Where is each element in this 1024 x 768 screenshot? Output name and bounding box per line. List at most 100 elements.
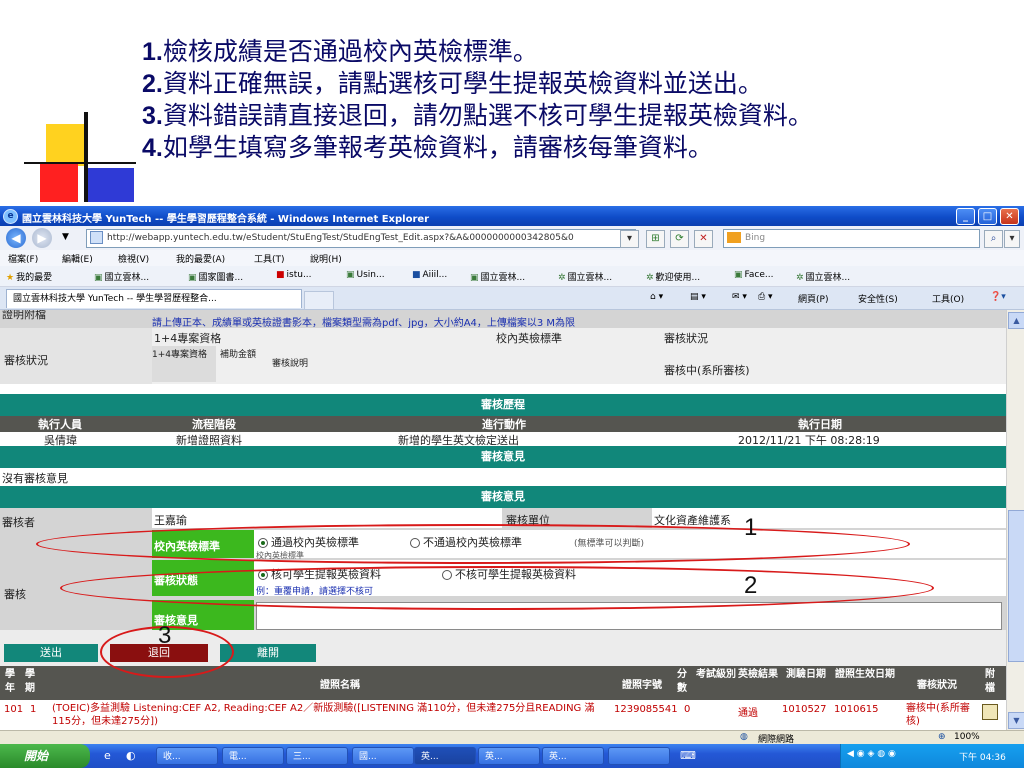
fav-link-5[interactable]: ■ Aiiil...: [412, 270, 447, 280]
fav-link-3[interactable]: ■ istu...: [276, 270, 312, 280]
menu-edit[interactable]: 編輯(E): [62, 252, 93, 265]
menu-file[interactable]: 檔案(F): [8, 252, 38, 265]
instruction-1: 1.檢核成績是否通過校內英檢標準。: [142, 37, 538, 66]
menu-bar: 檔案(F) 編輯(E) 檢視(V) 我的最愛(A) 工具(T) 說明(H): [0, 250, 1024, 266]
task-4[interactable]: 國...: [352, 747, 414, 765]
leave-button[interactable]: 離開: [220, 644, 316, 662]
tray-icons[interactable]: ◀ ◉ ◈ ◍ ◉: [847, 749, 896, 759]
home-icon[interactable]: ⌂ ▾: [650, 292, 663, 302]
scroll-thumb[interactable]: [1008, 510, 1024, 662]
task-7[interactable]: 英...: [542, 747, 604, 765]
search-field[interactable]: Bing: [723, 229, 980, 248]
task-5[interactable]: 英...: [414, 747, 476, 765]
scroll-up-arrow[interactable]: ▲: [1008, 312, 1024, 329]
instruction-3: 3.資料錯誤請直接退回，請勿點選不核可學生提報英檢資料。: [142, 101, 813, 130]
fav-link-8[interactable]: ✲ 歡迎使用...: [646, 270, 700, 283]
maximize-button[interactable]: □: [978, 208, 997, 225]
mail-icon[interactable]: ✉ ▾: [732, 292, 747, 302]
ie-icon: e: [3, 209, 18, 224]
history-title: 審核歷程: [0, 394, 1006, 416]
fav-link-10[interactable]: ✲ 國立雲林...: [796, 270, 850, 283]
callout-ring-1: [36, 524, 910, 564]
feeds-icon[interactable]: ▤ ▾: [690, 292, 706, 302]
forward-button[interactable]: ▶: [32, 228, 52, 248]
menu-view[interactable]: 檢視(V): [118, 252, 149, 265]
col-score: 分數: [677, 669, 687, 694]
col-effective: 證照生效日期: [835, 669, 895, 680]
tab-current[interactable]: 國立雲林科技大學 YunTech -- 學生學習歷程整合...: [6, 289, 302, 308]
menu-tools[interactable]: 工具(T): [254, 252, 285, 265]
print-icon[interactable]: ⎙ ▾: [758, 292, 773, 302]
search-options-button[interactable]: ▾: [1004, 230, 1020, 248]
taskbar: 開始 e ◐ 收... 電... 三... 國... 英... 英... 英..…: [0, 744, 1024, 768]
fav-link-1[interactable]: ▣ 國立雲林...: [94, 270, 149, 283]
close-button[interactable]: ✕: [1000, 208, 1019, 225]
task-8[interactable]: [608, 747, 670, 765]
fav-link-2[interactable]: ▣ 國家圖書...: [188, 270, 243, 283]
col-level: 考試級別: [696, 669, 736, 680]
scroll-down-arrow[interactable]: ▼: [1008, 712, 1024, 729]
keyboard-icon[interactable]: ⌨: [680, 749, 696, 762]
fav-link-7[interactable]: ✲ 國立雲林...: [558, 270, 612, 283]
callout-number-2: 2: [744, 572, 758, 599]
quicklaunch-ie-icon[interactable]: e: [104, 749, 111, 762]
back-button[interactable]: ◀: [6, 228, 26, 248]
fav-link-4[interactable]: ▣ Usin...: [346, 270, 385, 280]
refresh-button[interactable]: ⟳: [670, 230, 689, 248]
cell-status: 審核中(系所審核): [906, 703, 970, 727]
tools-menu[interactable]: 工具(O): [932, 292, 964, 305]
quicklaunch-browser-icon[interactable]: ◐: [126, 749, 136, 762]
url-field[interactable]: http://webapp.yuntech.edu.tw/eStudent/St…: [86, 229, 636, 248]
sub-header-2: 校內英檢標準: [496, 332, 562, 345]
opinion-title: 審核意見: [0, 446, 1006, 468]
page-menu[interactable]: 網頁(P): [798, 292, 828, 305]
favorites-button[interactable]: ★ 我的最愛: [6, 270, 52, 283]
decor-yellow-square: [46, 124, 88, 166]
decor-vertical-line: [84, 112, 88, 202]
stop-button[interactable]: ✕: [694, 230, 713, 248]
status-bar: ◍ 網際網路 ⊕ 100%: [0, 730, 1024, 745]
task-2[interactable]: 電...: [222, 747, 284, 765]
attachment-icon[interactable]: [982, 704, 998, 720]
fav-link-6[interactable]: ▣ 國立雲林...: [470, 270, 525, 283]
upload-note: 請上傳正本、成績單或英檢證書影本，檔案類型需為pdf、jpg，大小約A4，上傳檔…: [152, 318, 576, 329]
compat-view-button[interactable]: ⊞: [646, 230, 665, 248]
cell-effective: 1010615: [834, 704, 879, 715]
callout-number-3: 3: [158, 622, 172, 649]
submit-button[interactable]: 送出: [4, 644, 98, 662]
task-1[interactable]: 收...: [156, 747, 218, 765]
callout-number-1: 1: [744, 514, 758, 541]
decor-horizontal-line: [24, 162, 136, 164]
start-button[interactable]: 開始: [0, 744, 90, 768]
new-tab-button[interactable]: [304, 291, 334, 310]
task-6[interactable]: 英...: [478, 747, 540, 765]
url-dropdown-button[interactable]: ▾: [620, 230, 639, 248]
sub-col-b: 補助金額: [220, 350, 257, 360]
minimize-button[interactable]: _: [956, 208, 975, 225]
menu-help[interactable]: 說明(H): [310, 252, 342, 265]
col-status: 審核狀況: [917, 680, 957, 691]
safety-menu[interactable]: 安全性(S): [858, 292, 898, 305]
cell-cert-no: 1239085541: [614, 704, 678, 715]
fav-link-9[interactable]: ▣ Face...: [734, 270, 773, 280]
reviewer-label: 審核者: [2, 516, 35, 529]
no-opinion-text: 沒有審核意見: [2, 472, 68, 485]
menu-favorites[interactable]: 我的最愛(A): [176, 252, 225, 265]
history-col-action: 進行動作: [482, 418, 526, 431]
help-icon[interactable]: ❓▾: [990, 292, 1006, 302]
instruction-4: 4.如學生填寫多筆報考英檢資料，請審核每筆資料。: [142, 133, 713, 162]
callout-ring-2: [60, 566, 934, 610]
task-3[interactable]: 三...: [286, 747, 348, 765]
sub-col-c: 審核說明: [272, 359, 309, 369]
vertical-scrollbar[interactable]: ▲ ▼: [1006, 310, 1024, 730]
title-bar[interactable]: e 國立雲林科技大學 YunTech -- 學生學習歷程整合系統 - Windo…: [0, 206, 1024, 226]
decor-red-square: [40, 162, 78, 202]
col-name: 證照名稱: [320, 680, 360, 691]
zoom-level[interactable]: 100%: [954, 732, 980, 742]
search-button[interactable]: ⌕: [984, 230, 1003, 248]
col-year: 學年: [5, 669, 15, 694]
history-dropdown-icon[interactable]: ▼: [62, 232, 69, 242]
address-bar: ◀ ▶ ▼ http://webapp.yuntech.edu.tw/eStud…: [0, 226, 1024, 251]
page-content: 證明附檔 請上傳正本、成績單或英檢證書影本，檔案類型需為pdf、jpg，大小約A…: [0, 310, 1006, 730]
cell-test-date: 1010527: [782, 704, 827, 715]
